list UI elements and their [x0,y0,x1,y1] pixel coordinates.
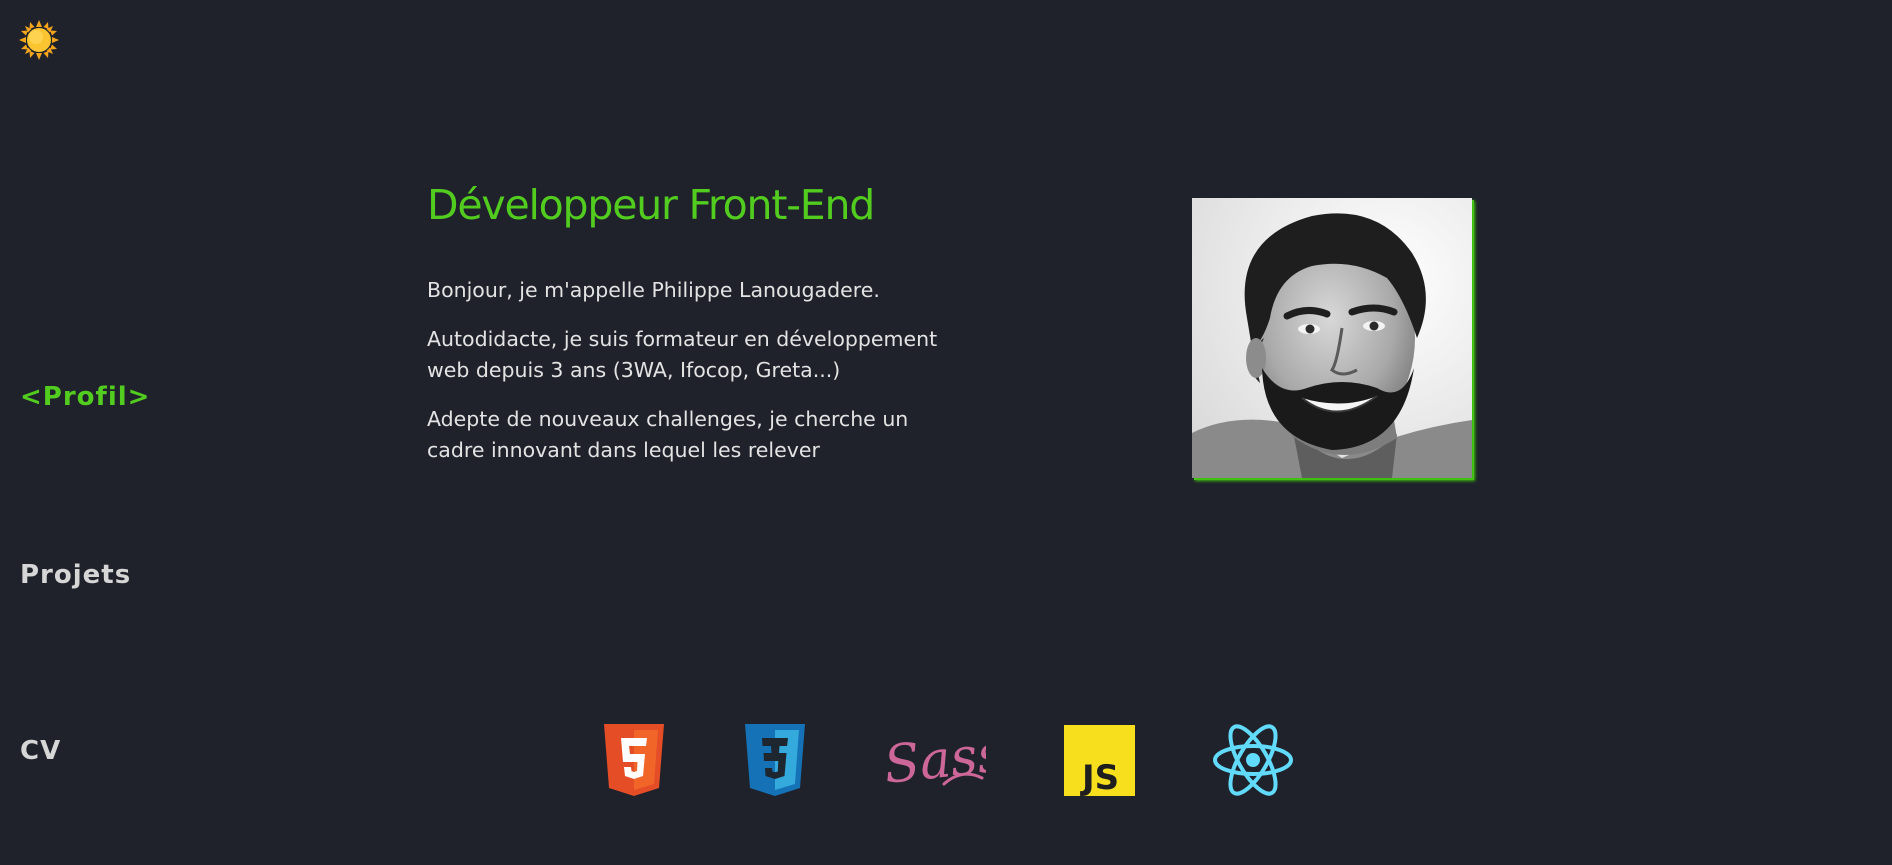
css3-icon [745,724,805,796]
html5-icon [604,724,664,796]
page-title: Développeur Front-End [427,181,875,229]
intro-paragraph: Adepte de nouveaux challenges, je cherch… [427,407,909,462]
javascript-icon: JS [1064,725,1135,796]
svg-text:Sass: Sass [882,724,986,796]
sass-icon: Sass [882,724,986,796]
svg-text:JS: JS [1080,758,1119,796]
profile-photo [1192,198,1472,478]
technology-list: Sass JS [0,720,1892,810]
intro-paragraph: Autodidacte, je suis formateur en dévelo… [427,327,938,382]
nav-item-projets[interactable]: Projets [20,560,131,590]
react-icon [1213,724,1293,796]
intro-text: Bonjour, je m'appelle Philippe Lanougade… [427,275,947,484]
theme-toggle-button[interactable] [18,19,60,61]
sun-icon [19,20,59,60]
nav-item-profil[interactable]: <Profil> [20,382,150,412]
intro-paragraph: Bonjour, je m'appelle Philippe Lanougade… [427,278,880,302]
